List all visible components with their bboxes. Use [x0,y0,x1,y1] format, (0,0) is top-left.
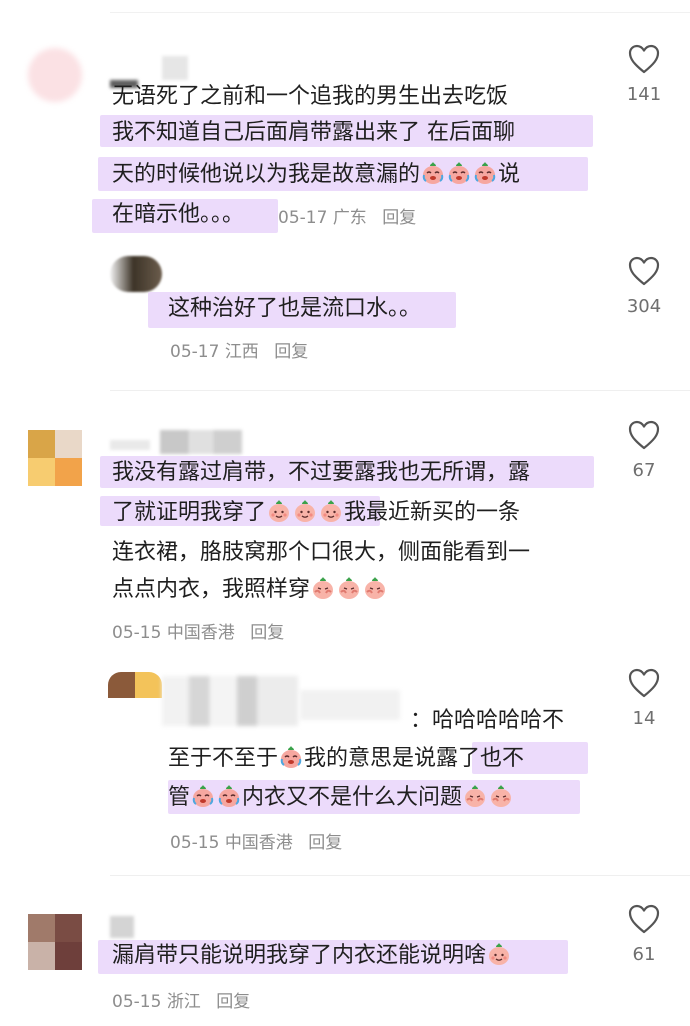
username-blurred [110,440,150,450]
comment-meta: 05-15 浙江 回复 [112,987,250,1012]
laugh-cry-emoji-icon [191,784,215,808]
comment-location: 浙江 [166,992,201,1012]
comment-text: 连衣裙，胳肢窝那个口很大，侧面能看到一 [112,540,531,565]
username-blurred [160,430,242,454]
comment-text: 我不知道自己后面肩带露出来了 在后面聊 [112,120,515,145]
comment-text: 我没有露过肩带，不过要露我也无所谓，露 [112,460,531,485]
divider [110,390,690,391]
username-blurred [110,916,134,938]
reply-button[interactable]: 回复 [216,992,250,1012]
comment-location: 中国香港 [224,833,293,853]
comment-meta: 05-17 广东 回复 [278,203,416,228]
like-button[interactable]: 141 [614,44,674,105]
username-blurred [162,56,188,80]
heart-outline-icon [628,420,660,450]
like-button[interactable]: 61 [614,904,674,965]
laugh-cry-emoji-icon [421,161,445,185]
avatar[interactable] [28,48,82,102]
like-count: 67 [632,460,656,481]
comment-meta: 05-15 中国香港 回复 [170,828,342,853]
like-count: 304 [626,296,662,317]
comment-text: 天的时候他说以为我是故意漏的说 [112,161,521,187]
comment-text: 漏肩带只能说明我穿了内衣还能说明啥 [112,941,512,971]
laugh-cry-emoji-icon [279,745,303,769]
like-button[interactable]: 67 [614,420,674,481]
comment-date: 05-15 [170,833,220,853]
like-count: 14 [632,708,656,729]
peach-shy-emoji-icon [337,576,361,600]
divider [110,875,690,876]
like-button[interactable]: 14 [614,668,674,729]
comment-location: 广东 [332,208,367,228]
laugh-cry-emoji-icon [473,161,497,185]
comment-location: 中国香港 [166,623,235,643]
heart-outline-icon [628,44,660,74]
comment-date: 05-17 [170,342,220,362]
username-blurred [162,676,298,726]
peach-smile-emoji-icon [267,499,291,523]
like-count: 141 [626,84,662,105]
heart-outline-icon [628,256,660,286]
heart-outline-icon [628,668,660,698]
comment-text: ：哈哈哈哈哈不 [410,708,565,733]
peach-shy-emoji-icon [363,576,387,600]
avatar[interactable] [28,430,82,486]
peach-smile-emoji-icon [487,942,511,966]
reply-button[interactable]: 回复 [250,623,284,643]
peach-smile-emoji-icon [293,499,317,523]
comment-meta: 05-17 江西 回复 [170,337,308,362]
avatar[interactable] [108,672,162,698]
comment-text: 点点内衣，我照样穿 [112,575,388,605]
peach-shy-emoji-icon [489,784,513,808]
comment-date: 05-15 [112,992,162,1012]
like-button[interactable]: 304 [614,256,674,317]
reply-button[interactable]: 回复 [308,833,342,853]
reply-button[interactable]: 回复 [382,208,416,228]
like-count: 61 [632,944,656,965]
comment-text: 至于不至于 我的意思是说露了也不 [168,745,525,771]
avatar[interactable] [28,914,82,970]
comment-text: 这种治好了也是流口水。。 [168,296,422,321]
peach-smile-emoji-icon [319,499,343,523]
comment-meta: 05-15 中国香港 回复 [112,618,284,643]
username-blurred [300,690,400,720]
comment-text: 了就证明我穿了 我最近新买的一条 [112,499,521,525]
peach-shy-emoji-icon [463,784,487,808]
top-divider [110,12,690,13]
avatar[interactable] [110,256,162,292]
peach-shy-emoji-icon [311,576,335,600]
comment-location: 江西 [224,342,259,362]
reply-button[interactable]: 回复 [274,342,308,362]
comment-date: 05-15 [112,623,162,643]
comment-date: 05-17 [278,208,328,228]
comment-text: 无语死了之前和一个追我的男生出去吃饭 [112,84,509,109]
laugh-cry-emoji-icon [447,161,471,185]
comment-text: 在暗示他。。。 [112,202,245,227]
comment-text: 管内衣又不是什么大问题 [168,783,514,813]
laugh-cry-emoji-icon [217,784,241,808]
heart-outline-icon [628,904,660,934]
